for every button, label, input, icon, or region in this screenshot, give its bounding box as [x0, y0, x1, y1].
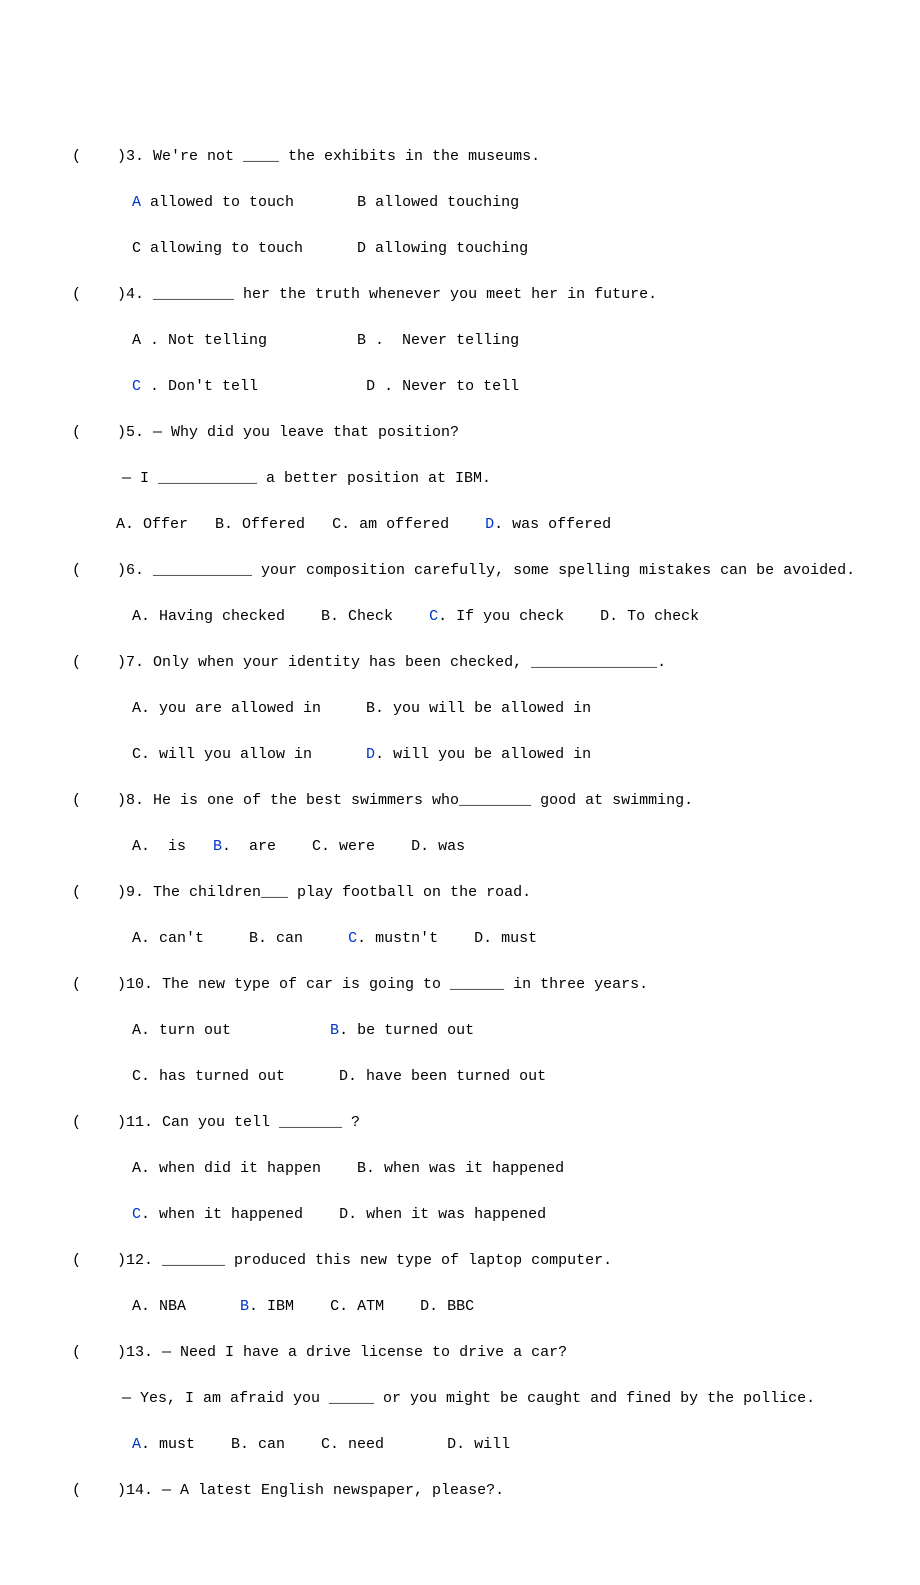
- option-highlight: A: [132, 194, 141, 211]
- question-3-options-row-1: A allowed to touch B allowed touching: [72, 191, 852, 215]
- option-text: . be turned out: [339, 1022, 474, 1039]
- option-text: A. can't: [132, 930, 249, 947]
- option-highlight: D: [366, 746, 375, 763]
- question-4-options-row-1: A . Not telling B . Never telling: [72, 329, 852, 353]
- option-highlight: B: [240, 1298, 249, 1315]
- question-9-options: A. can't B. can C. mustn't D. must: [72, 927, 852, 951]
- option-text: A. is: [132, 838, 213, 855]
- option-text: allowed to touch: [141, 194, 357, 211]
- option-text: D. was: [411, 838, 465, 855]
- option-text: A. you are allowed in: [132, 700, 366, 717]
- question-9-stem: ( )9. The children___ play football on t…: [72, 881, 852, 905]
- question-3-stem: ( )3. We're not ____ the exhibits in the…: [72, 145, 852, 169]
- option-text: D allowing touching: [357, 240, 528, 257]
- question-5-stem: ( )5. — Why did you leave that position?: [72, 421, 852, 445]
- option-text: . are: [222, 838, 312, 855]
- question-7-options-row-1: A. you are allowed in B. you will be all…: [72, 697, 852, 721]
- option-text: C. has turned out: [132, 1068, 339, 1085]
- option-text: D. BBC: [420, 1298, 474, 1315]
- question-6-options: A. Having checked B. Check C. If you che…: [72, 605, 852, 629]
- option-text: A . Not telling: [132, 332, 357, 349]
- question-3-options-row-2: C allowing to touch D allowing touching: [72, 237, 852, 261]
- question-7-stem: ( )7. Only when your identity has been c…: [72, 651, 852, 675]
- option-text: D . Never to tell: [357, 378, 519, 395]
- question-10-stem: ( )10. The new type of car is going to _…: [72, 973, 852, 997]
- option-text: . mustn't: [357, 930, 474, 947]
- option-text: B. when was it happened: [357, 1160, 564, 1177]
- question-10-options-row-1: A. turn out B. be turned out: [72, 1019, 852, 1043]
- option-text: . will you be allowed in: [375, 746, 591, 763]
- question-5-sub: — I ___________ a better position at IBM…: [72, 467, 852, 491]
- question-12-stem: ( )12. _______ produced this new type of…: [72, 1249, 852, 1273]
- option-text: C. were: [312, 838, 411, 855]
- option-text: A. Offer: [116, 516, 215, 533]
- question-8-stem: ( )8. He is one of the best swimmers who…: [72, 789, 852, 813]
- option-text: . If you check: [438, 608, 600, 625]
- option-text: . was offered: [494, 516, 611, 533]
- option-highlight: C: [348, 930, 357, 947]
- option-text: D. when it was happened: [339, 1206, 546, 1223]
- option-text: C. ATM: [330, 1298, 420, 1315]
- option-text: D. To check: [600, 608, 699, 625]
- option-text: C. will you allow in: [132, 746, 366, 763]
- option-text: D. will: [447, 1436, 510, 1453]
- option-text: . Don't tell: [141, 378, 357, 395]
- question-14-stem: ( )14. — A latest English newspaper, ple…: [72, 1479, 852, 1503]
- option-text: B. Check: [321, 608, 429, 625]
- question-4-stem: ( )4. _________ her the truth whenever y…: [72, 283, 852, 307]
- question-7-options-row-2: C. will you allow in D. will you be allo…: [72, 743, 852, 767]
- option-highlight: C: [132, 1206, 141, 1223]
- option-highlight: B: [330, 1022, 339, 1039]
- document-page: ( )3. We're not ____ the exhibits in the…: [0, 0, 920, 1585]
- option-text: B. can: [231, 1436, 321, 1453]
- option-text: B. can: [249, 930, 348, 947]
- option-highlight: B: [213, 838, 222, 855]
- option-text: C. am offered: [332, 516, 485, 533]
- option-text: B. you will be allowed in: [366, 700, 591, 717]
- option-text: C. need: [321, 1436, 447, 1453]
- option-text: D. have been turned out: [339, 1068, 546, 1085]
- question-4-options-row-2: C . Don't tell D . Never to tell: [72, 375, 852, 399]
- question-11-options-row-1: A. when did it happen B. when was it hap…: [72, 1157, 852, 1181]
- question-13-stem: ( )13. — Need I have a drive license to …: [72, 1341, 852, 1365]
- question-11-stem: ( )11. Can you tell _______ ?: [72, 1111, 852, 1135]
- option-text: . must: [141, 1436, 231, 1453]
- option-text: B. Offered: [215, 516, 332, 533]
- option-text: B . Never telling: [357, 332, 519, 349]
- option-text: A. turn out: [132, 1022, 330, 1039]
- option-highlight: C: [429, 608, 438, 625]
- question-11-options-row-2: C. when it happened D. when it was happe…: [72, 1203, 852, 1227]
- option-text: A. when did it happen: [132, 1160, 357, 1177]
- question-5-options: A. Offer B. Offered C. am offered D. was…: [72, 513, 852, 537]
- option-text: C allowing to touch: [132, 240, 357, 257]
- question-13-sub: — Yes, I am afraid you _____ or you migh…: [72, 1387, 852, 1411]
- option-text: A. Having checked: [132, 608, 321, 625]
- question-6-stem: ( )6. ___________ your composition caref…: [72, 559, 852, 583]
- option-text: . IBM: [249, 1298, 330, 1315]
- question-12-options: A. NBA B. IBM C. ATM D. BBC: [72, 1295, 852, 1319]
- option-text: B allowed touching: [357, 194, 519, 211]
- option-text: . when it happened: [141, 1206, 339, 1223]
- option-text: A. NBA: [132, 1298, 240, 1315]
- option-highlight: A: [132, 1436, 141, 1453]
- option-highlight: C: [132, 378, 141, 395]
- option-highlight: D: [485, 516, 494, 533]
- question-13-options: A. must B. can C. need D. will: [72, 1433, 852, 1457]
- option-text: D. must: [474, 930, 537, 947]
- question-8-options: A. is B. are C. were D. was: [72, 835, 852, 859]
- question-10-options-row-2: C. has turned out D. have been turned ou…: [72, 1065, 852, 1089]
